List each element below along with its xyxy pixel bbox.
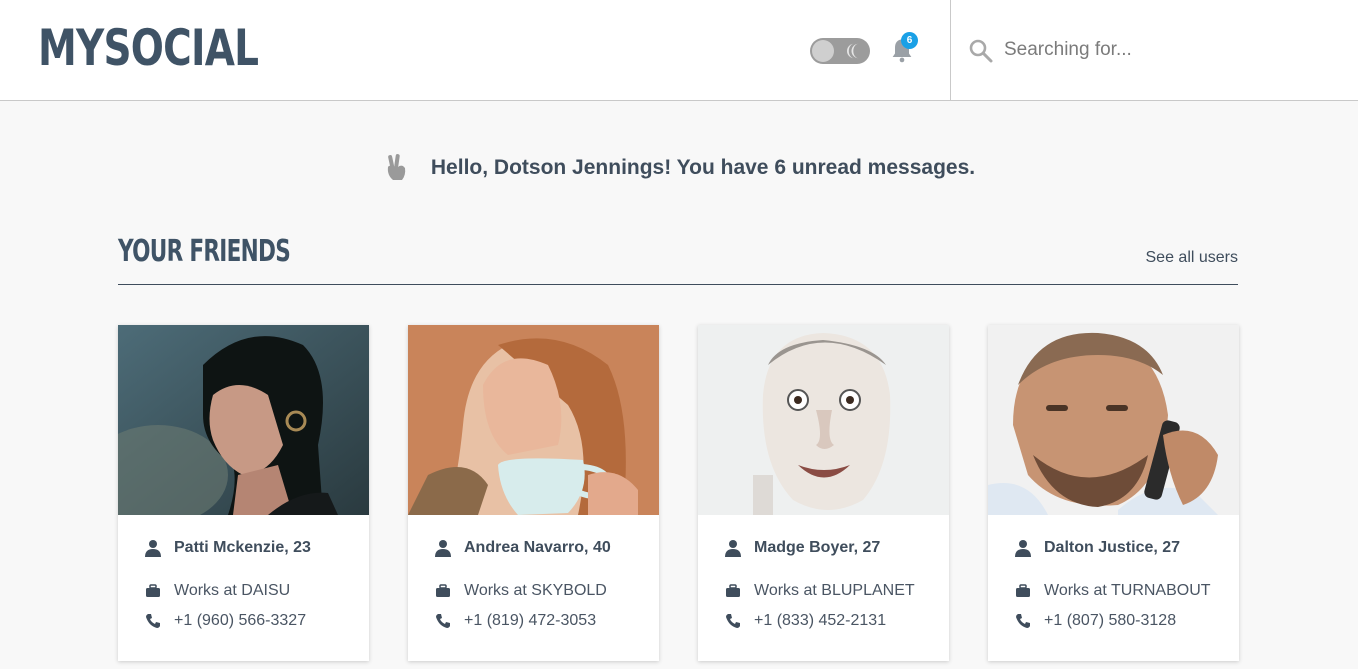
user-icon bbox=[435, 540, 451, 557]
phone-icon bbox=[726, 614, 740, 628]
friend-work-row: Works at DAISU bbox=[144, 582, 290, 600]
user-icon bbox=[145, 540, 161, 557]
friend-card[interactable]: Andrea Navarro, 40 Works at SKYBOLD +1 (… bbox=[408, 325, 659, 661]
friend-name-row: Patti Mckenzie, 23 bbox=[144, 539, 311, 557]
user-icon bbox=[725, 540, 741, 557]
friend-photo bbox=[408, 325, 659, 515]
briefcase-icon bbox=[1016, 584, 1030, 597]
friend-name: Madge Boyer, 27 bbox=[754, 539, 881, 556]
section-title: Your friends bbox=[118, 234, 291, 269]
friend-phone[interactable]: +1 (833) 452-2131 bbox=[754, 612, 886, 630]
notification-badge: 6 bbox=[901, 32, 918, 49]
friend-photo bbox=[118, 325, 369, 515]
greeting-text: Hello, Dotson Jennings! You have 6 unrea… bbox=[430, 156, 976, 179]
briefcase-icon bbox=[146, 584, 160, 597]
friend-photo bbox=[698, 325, 949, 515]
briefcase-icon bbox=[726, 584, 740, 597]
phone-icon bbox=[436, 614, 450, 628]
toggle-knob bbox=[812, 40, 834, 62]
theme-toggle[interactable] bbox=[810, 38, 870, 64]
friend-phone[interactable]: +1 (819) 472-3053 bbox=[464, 612, 596, 630]
phone-icon bbox=[1016, 614, 1030, 628]
friend-work-row: Works at BLUPLANET bbox=[724, 582, 915, 600]
see-all-users-link[interactable]: See all users bbox=[1146, 249, 1239, 267]
friend-phone[interactable]: +1 (807) 580-3128 bbox=[1044, 612, 1176, 630]
app-logo[interactable]: MYSOCIAL bbox=[38, 18, 259, 78]
friend-name: Dalton Justice, 27 bbox=[1044, 539, 1181, 556]
friend-name-row: Dalton Justice, 27 bbox=[1014, 539, 1180, 557]
friend-phone-row: +1 (819) 472-3053 bbox=[434, 612, 596, 630]
friend-photo bbox=[988, 325, 1239, 515]
header-divider bbox=[950, 0, 951, 101]
friend-phone-row: +1 (807) 580-3128 bbox=[1014, 612, 1176, 630]
friend-phone-row: +1 (833) 452-2131 bbox=[724, 612, 886, 630]
peace-hand-icon bbox=[387, 154, 406, 180]
section-divider bbox=[118, 284, 1238, 285]
friend-name-row: Madge Boyer, 27 bbox=[724, 539, 880, 557]
phone-icon bbox=[146, 614, 160, 628]
friend-work: Works at BLUPLANET bbox=[754, 582, 915, 599]
friend-name: Andrea Navarro, 40 bbox=[464, 539, 611, 556]
friend-card[interactable]: Patti Mckenzie, 23 Works at DAISU +1 (96… bbox=[118, 325, 369, 661]
friend-work: Works at TURNABOUT bbox=[1044, 582, 1211, 599]
friend-work: Works at DAISU bbox=[174, 582, 291, 599]
friend-work: Works at SKYBOLD bbox=[464, 582, 607, 599]
search-input[interactable] bbox=[1004, 34, 1334, 66]
briefcase-icon bbox=[436, 584, 450, 597]
friend-card[interactable]: Madge Boyer, 27 Works at BLUPLANET +1 (8… bbox=[698, 325, 949, 661]
friend-work-row: Works at TURNABOUT bbox=[1014, 582, 1211, 600]
moon-icon bbox=[847, 43, 859, 59]
top-header: MYSOCIAL 6 bbox=[0, 0, 1358, 101]
user-icon bbox=[1015, 540, 1031, 557]
search-icon[interactable] bbox=[968, 38, 994, 64]
friend-phone-row: +1 (960) 566-3327 bbox=[144, 612, 306, 630]
friend-name: Patti Mckenzie, 23 bbox=[174, 539, 311, 556]
greeting-banner: Hello, Dotson Jennings! You have 6 unrea… bbox=[0, 150, 1358, 186]
friend-phone[interactable]: +1 (960) 566-3327 bbox=[174, 612, 306, 630]
friend-name-row: Andrea Navarro, 40 bbox=[434, 539, 611, 557]
friend-work-row: Works at SKYBOLD bbox=[434, 582, 607, 600]
friend-card[interactable]: Dalton Justice, 27 Works at TURNABOUT +1… bbox=[988, 325, 1239, 661]
